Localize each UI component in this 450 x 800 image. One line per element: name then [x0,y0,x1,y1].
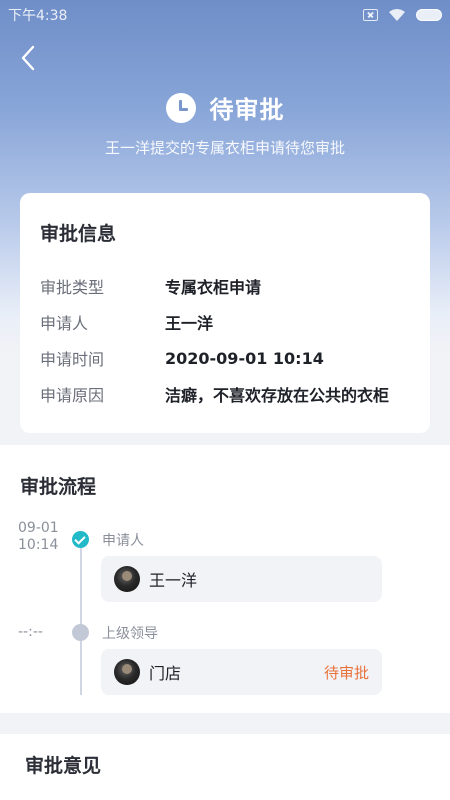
info-key: 申请人 [40,314,89,333]
step-clock: 10:14 [18,537,59,553]
wifi-icon [389,9,405,21]
no-sim-icon [363,9,378,21]
approval-info-card: 审批信息 审批类型 专属衣柜申请 申请人 王一洋 申请时间 2020-09-01… [20,193,430,433]
approval-opinion-title: 审批意见 [25,755,102,777]
clock-icon [165,92,196,123]
page-header: 待审批 [0,90,450,125]
step-date: --:-- [18,624,43,640]
approver-card[interactable]: 门店 待审批 [101,649,382,695]
info-value: 2020-09-01 10:14 [165,348,324,368]
approval-opinion-section: 审批意见 [0,734,450,800]
approval-flow-title: 审批流程 [20,476,97,498]
battery-icon [416,9,442,21]
approval-info-title: 审批信息 [40,223,117,245]
page-subtitle: 王一洋提交的专属衣柜申请待您审批 [104,139,345,157]
timeline-line [80,540,82,695]
approval-flow-section: 审批流程 09-01 10:14 申请人 王一洋 --:-- 上级领导 门店 待… [0,445,450,713]
status-time: 下午4:38 [8,8,68,24]
approver-card[interactable]: 王一洋 [101,556,382,602]
avatar [114,659,140,685]
info-key: 申请原因 [40,386,105,405]
info-value: 王一洋 [165,314,214,333]
step-role: 上级领导 [102,626,158,642]
info-row-reason: 申请原因 洁癖，不喜欢存放在公共的衣柜 [40,376,410,412]
info-row-applicant: 申请人 王一洋 [40,304,410,340]
person-name: 王一洋 [149,571,198,590]
info-row-type: 审批类型 专属衣柜申请 [40,268,410,304]
info-key: 申请时间 [40,350,105,369]
step-time: 09-01 10:14 [18,520,59,554]
status-badge: 待审批 [323,663,369,682]
chevron-left-icon [21,45,35,71]
info-key: 审批类型 [40,278,105,297]
info-value: 洁癖，不喜欢存放在公共的衣柜 [165,386,390,405]
status-bar: 下午4:38 [0,0,450,30]
step-time: --:-- [18,624,43,641]
step-date: 09-01 [18,520,59,536]
step-done-check-icon [72,531,89,548]
info-value: 专属衣柜申请 [165,278,262,297]
step-role: 申请人 [102,533,144,549]
info-row-time: 申请时间 2020-09-01 10:14 [40,340,410,376]
status-icons [363,8,442,22]
page-title: 待审批 [209,96,285,124]
person-name: 门店 [149,664,182,683]
back-button[interactable] [14,44,42,72]
step-pending-dot-icon [72,624,89,641]
avatar [114,566,140,592]
